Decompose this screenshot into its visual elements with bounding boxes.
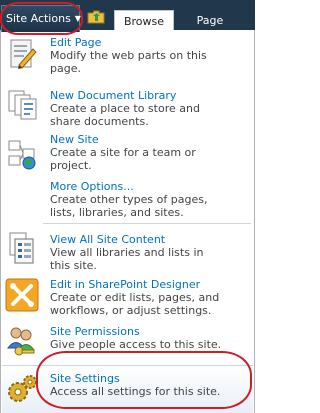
permissions-icon bbox=[7, 327, 35, 356]
sharepoint-designer-icon bbox=[5, 278, 39, 312]
menu-item-description: Access all settings for this site. bbox=[50, 385, 221, 398]
menu-item-new-site[interactable]: New Site Create a site for a team or pro… bbox=[1, 133, 254, 179]
chevron-down-icon: ▼ bbox=[74, 14, 81, 23]
menu-item-edit-in-sharepoint-designer[interactable]: Edit in SharePoint Designer Create or ed… bbox=[1, 274, 254, 322]
menu-item-description: Give people access to this site. bbox=[50, 338, 222, 351]
menu-item-title: New Document Library bbox=[50, 89, 177, 102]
menu-divider bbox=[43, 223, 251, 224]
site-actions-label: Site Actions bbox=[6, 12, 71, 25]
menu-item-title: View All Site Content bbox=[50, 233, 166, 246]
menu-item-title: Site Permissions bbox=[50, 325, 140, 338]
menu-item-site-settings[interactable]: Site Settings Access all settings for th… bbox=[1, 365, 254, 412]
site-content-icon bbox=[9, 232, 34, 264]
site-actions-button[interactable]: Site Actions ▼ bbox=[1, 5, 81, 32]
site-actions-menu: Edit Page Modify the web parts on this p… bbox=[0, 30, 255, 413]
menu-item-site-permissions[interactable]: Site Permissions Give people access to t… bbox=[1, 322, 254, 362]
menu-item-description: Create a place to store and share docume… bbox=[50, 102, 200, 128]
menu-item-view-all-site-content[interactable]: View All Site Content View all libraries… bbox=[1, 226, 254, 272]
menu-item-description: Create a site for a team or project. bbox=[50, 146, 196, 172]
gears-icon bbox=[8, 375, 37, 402]
menu-item-description: Create other types of pages, lists, libr… bbox=[50, 193, 208, 219]
menu-item-title: Edit in SharePoint Designer bbox=[50, 278, 201, 291]
menu-item-title: New Site bbox=[50, 133, 99, 146]
menu-item-title: Site Settings bbox=[50, 372, 120, 385]
new-site-icon bbox=[8, 140, 36, 170]
menu-item-description: Modify the web parts on this page. bbox=[50, 49, 207, 75]
menu-item-description: View all libraries and lists in this sit… bbox=[50, 246, 204, 272]
tab-browse[interactable]: Browse bbox=[114, 10, 174, 30]
menu-item-edit-page[interactable]: Edit Page Modify the web parts on this p… bbox=[1, 30, 254, 78]
edit-page-icon bbox=[10, 39, 37, 69]
menu-item-title: Edit Page bbox=[50, 36, 102, 49]
menu-item-description: Create or edit lists, pages, and workflo… bbox=[50, 291, 220, 317]
menu-item-new-document-library[interactable]: New Document Library Create a place to s… bbox=[1, 86, 254, 132]
navigate-up-folder-icon[interactable] bbox=[87, 9, 105, 24]
menu-item-title: More Options... bbox=[50, 180, 134, 193]
tab-page[interactable]: Page bbox=[180, 10, 240, 30]
document-library-icon bbox=[8, 90, 37, 120]
menu-item-more-options[interactable]: More Options... Create other types of pa… bbox=[1, 177, 254, 219]
